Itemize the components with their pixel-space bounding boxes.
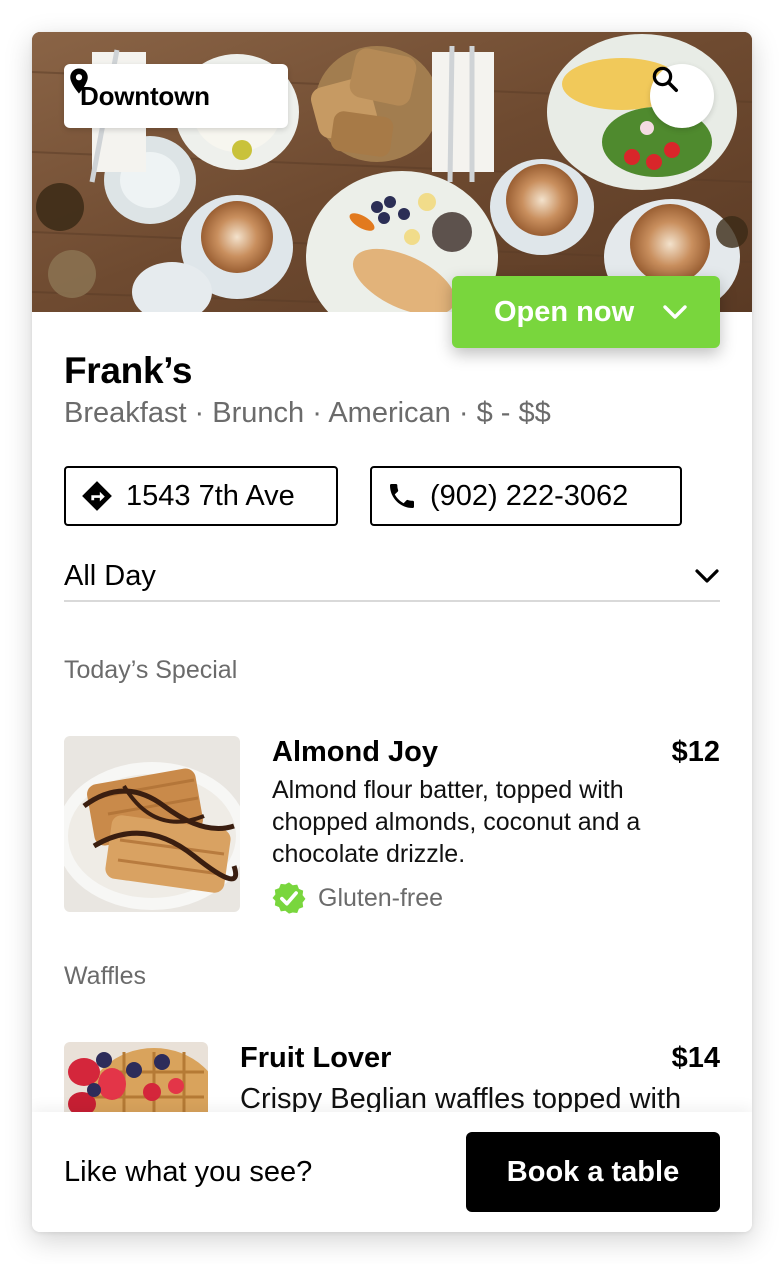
footer-prompt: Like what you see? (64, 1156, 313, 1188)
dish-photo-almond-joy[interactable] (64, 736, 240, 912)
chevron-down-icon (663, 305, 687, 319)
directions-icon (82, 481, 112, 511)
restaurant-card: Downtown Open now Frank’s Breakfast · Br… (32, 32, 752, 1232)
dish-price: $12 (671, 736, 720, 768)
restaurant-name: Frank’s (64, 350, 193, 391)
location-chip[interactable]: Downtown (64, 64, 288, 128)
booking-footer: Like what you see? Book a table (32, 1112, 752, 1232)
dish-description: Crispy Beglian waffles topped with (240, 1083, 682, 1115)
search-icon (652, 66, 678, 92)
menu-time-value: All Day (64, 559, 156, 592)
chevron-down-icon (695, 569, 719, 583)
hero-image: Downtown (32, 32, 752, 312)
location-label: Downtown (80, 80, 210, 111)
verified-check-icon (272, 882, 306, 914)
phone-label: (902) 222-3062 (430, 479, 629, 512)
phone-button[interactable]: (902) 222-3062 (370, 466, 682, 526)
waffle-photo (64, 736, 240, 912)
section-label-waffles: Waffles (64, 962, 146, 990)
badge-label: Gluten-free (318, 883, 444, 912)
map-pin-icon (70, 68, 88, 94)
dish-price: $14 (671, 1042, 720, 1074)
section-label-todays-special: Today’s Special (64, 656, 238, 684)
book-table-button[interactable]: Book a table (466, 1132, 720, 1212)
address-button[interactable]: 1543 7th Ave (64, 466, 338, 526)
open-status-label: Open now (494, 295, 635, 328)
open-now-dropdown[interactable]: Open now (452, 276, 720, 348)
address-label: 1543 7th Ave (126, 479, 295, 512)
dish-name: Almond Joy (272, 736, 438, 768)
menu-time-select[interactable]: All Day (64, 552, 720, 602)
search-button[interactable] (650, 64, 714, 128)
phone-icon (390, 484, 414, 508)
restaurant-tags: Breakfast · Brunch · American · $ - $$ (64, 397, 551, 429)
gluten-free-badge: Gluten-free (272, 881, 443, 915)
dish-name: Fruit Lover (240, 1042, 392, 1074)
dish-description: Almond flour batter, topped with chopped… (272, 776, 641, 868)
